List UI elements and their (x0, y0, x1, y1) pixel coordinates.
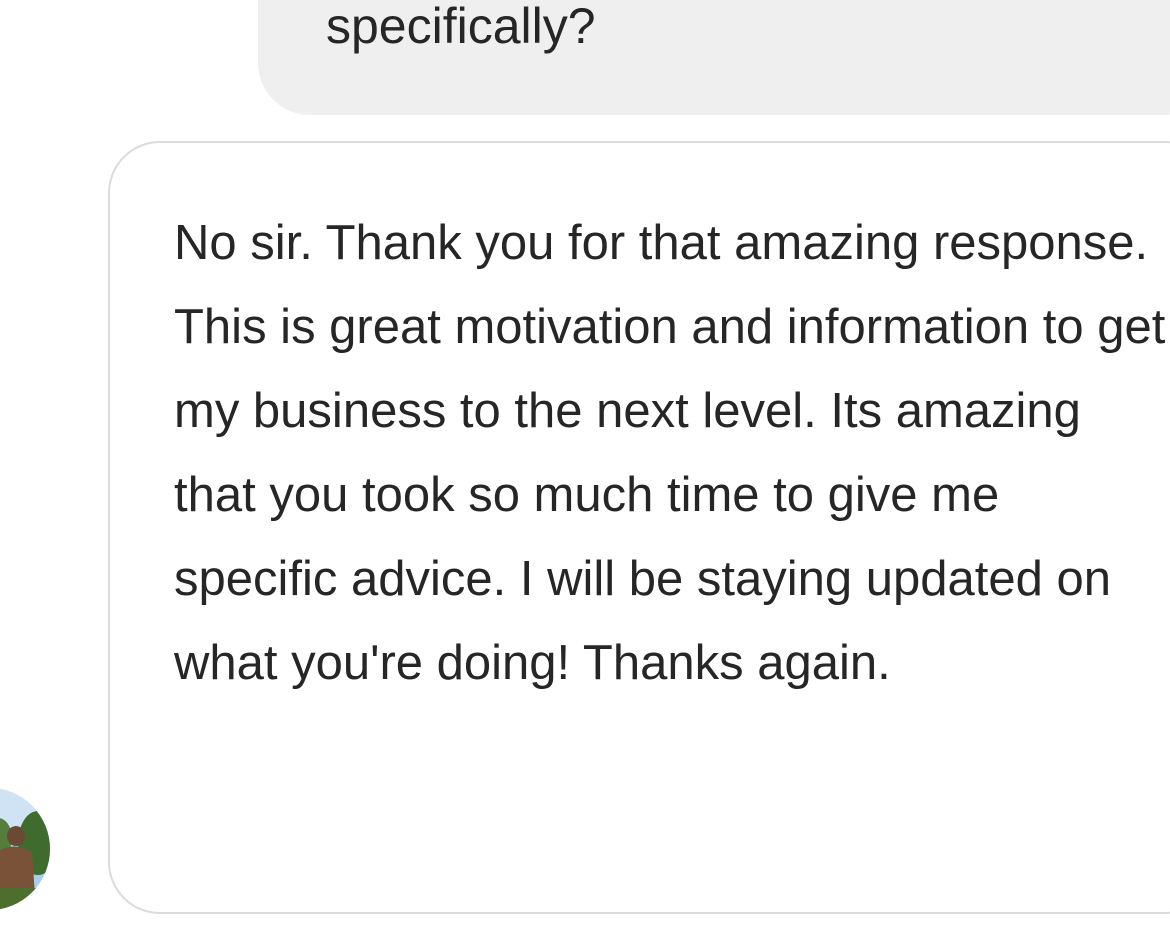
sender-avatar[interactable] (0, 788, 50, 910)
received-message-text: No sir. Thank you for that amazing respo… (174, 216, 1166, 690)
user-photo-avatar-icon (0, 788, 50, 910)
message-thread: specifically? No sir. Thank you for that… (0, 0, 1170, 937)
sent-message-text: specifically? (326, 0, 596, 54)
sent-message-bubble[interactable]: specifically? (258, 0, 1170, 115)
received-message-bubble[interactable]: No sir. Thank you for that amazing respo… (108, 141, 1170, 914)
